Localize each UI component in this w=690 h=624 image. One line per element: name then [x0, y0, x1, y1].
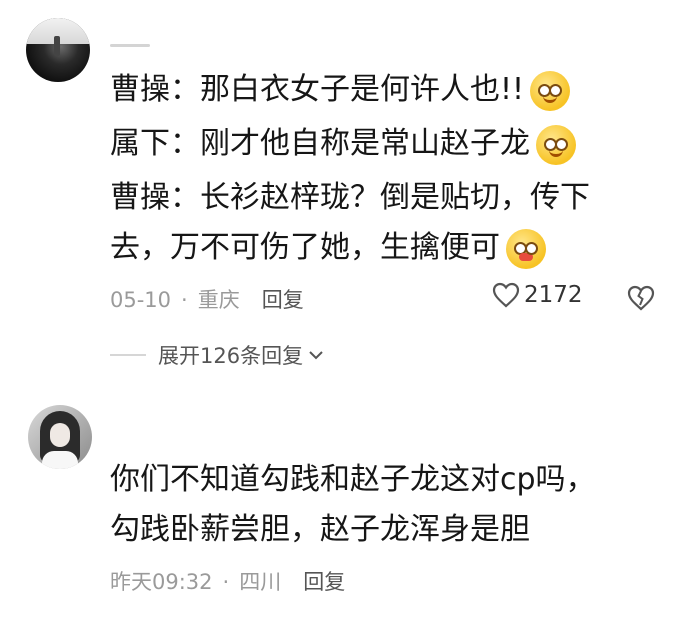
smirk-emoji-icon: [536, 124, 576, 165]
comment-meta: 05-10 · 重庆 回复: [110, 284, 304, 314]
comment-text-line: 曹操：那白衣女子是何许人也!!: [110, 70, 571, 111]
avatar-body: [42, 451, 78, 469]
eating-watermelon-emoji-icon: [506, 228, 546, 269]
comment-meta: 昨天09:32 · 四川 回复: [110, 566, 345, 596]
avatar[interactable]: [26, 18, 90, 82]
avatar[interactable]: [28, 405, 92, 469]
comment-line-text: 属下：刚才他自称是常山赵子龙: [110, 126, 530, 161]
comment-text-line: 勾践卧薪尝胆，赵子龙浑身是胆: [110, 510, 530, 550]
comment-date: 05-10: [110, 288, 172, 312]
thinking-emoji-icon: [530, 70, 571, 111]
dislike-button[interactable]: [626, 284, 656, 316]
chevron-down-icon: [309, 351, 323, 360]
like-button[interactable]: 2172: [492, 282, 583, 308]
meta-separator: ·: [181, 288, 188, 312]
meta-separator: ·: [222, 570, 230, 594]
expand-divider: [110, 354, 146, 356]
like-count: 2172: [524, 282, 583, 308]
expand-replies[interactable]: 展开126条回复: [110, 340, 325, 370]
comment-line-text: 曹操：长衫赵梓珑？倒是贴切，传下: [110, 180, 590, 215]
comment-text-line: 属下：刚才他自称是常山赵子龙: [110, 124, 576, 165]
comment-line-text: 曹操：那白衣女子是何许人也!!: [110, 72, 525, 107]
reply-button[interactable]: 回复: [262, 288, 304, 312]
avatar-face: [50, 423, 70, 447]
broken-heart-icon: [627, 285, 655, 311]
comment-location: 四川: [239, 570, 282, 594]
heart-outline-icon: [492, 282, 520, 308]
reply-button[interactable]: 回复: [303, 570, 345, 594]
comment-line-text: 勾践卧薪尝胆，赵子龙浑身是胆: [110, 512, 530, 547]
avatar-figure: [54, 36, 60, 56]
comment-text-line: 去，万不可伤了她，生擒便可: [110, 228, 546, 269]
expand-replies-label: 展开126条回复: [158, 344, 304, 368]
comment-date: 昨天09:32: [110, 570, 213, 594]
comment-location: 重庆: [197, 288, 240, 312]
comment-text-line: 你们不知道勾践和赵子龙这对cp吗，: [110, 460, 596, 500]
comment-text-line: 曹操：长衫赵梓珑？倒是贴切，传下: [110, 178, 590, 218]
comment-line-text: 你们不知道勾践和赵子龙这对cp吗，: [110, 462, 596, 497]
comment-line-text: 去，万不可伤了她，生擒便可: [110, 230, 500, 265]
username-placeholder[interactable]: [110, 44, 150, 47]
